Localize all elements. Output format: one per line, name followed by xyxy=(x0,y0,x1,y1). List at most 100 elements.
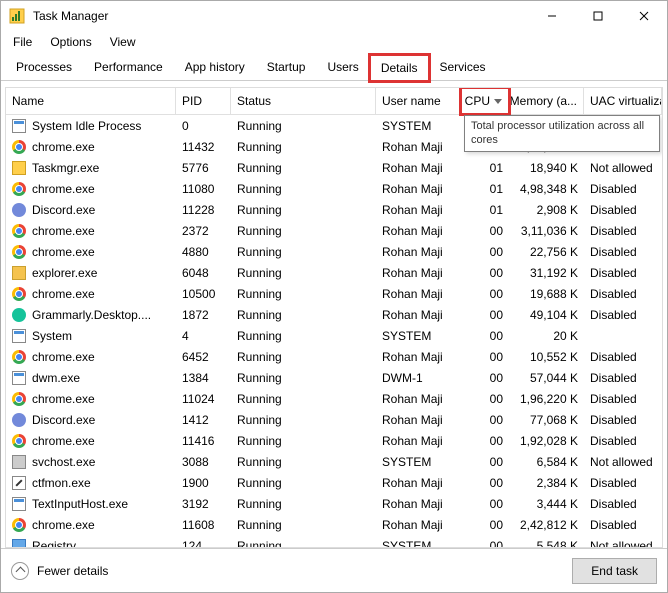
cell-memory: 3,11,036 K xyxy=(509,224,584,238)
table-row[interactable]: TextInputHost.exe3192RunningRohan Maji00… xyxy=(6,493,662,514)
cell-status: Running xyxy=(231,329,376,343)
cell-user: SYSTEM xyxy=(376,119,461,133)
table-row[interactable]: dwm.exe1384RunningDWM-10057,044 KDisable… xyxy=(6,367,662,388)
col-header-uac[interactable]: UAC virtualizat... xyxy=(584,88,662,114)
table-row[interactable]: chrome.exe11080RunningRohan Maji014,98,3… xyxy=(6,178,662,199)
cell-status: Running xyxy=(231,182,376,196)
cell-name: Registry xyxy=(6,539,176,548)
col-header-cpu[interactable]: CPU xyxy=(461,88,509,114)
cell-memory: 5,548 K xyxy=(509,539,584,548)
col-header-name[interactable]: Name xyxy=(6,88,176,114)
maximize-button[interactable] xyxy=(575,1,621,31)
cell-memory: 49,104 K xyxy=(509,308,584,322)
process-name: chrome.exe xyxy=(32,392,95,406)
tab-details[interactable]: Details xyxy=(370,55,429,81)
col-header-pid[interactable]: PID xyxy=(176,88,231,114)
cell-memory: 22,756 K xyxy=(509,245,584,259)
process-name: chrome.exe xyxy=(32,518,95,532)
tab-services[interactable]: Services xyxy=(429,54,497,80)
cell-user: DWM-1 xyxy=(376,371,461,385)
col-header-memory[interactable]: Memory (a... xyxy=(509,88,584,114)
menu-file[interactable]: File xyxy=(5,32,40,52)
process-rows[interactable]: System Idle Process0RunningSYSTEM95chrom… xyxy=(6,115,662,547)
cell-user: Rohan Maji xyxy=(376,476,461,490)
menu-options[interactable]: Options xyxy=(42,32,99,52)
cell-user: Rohan Maji xyxy=(376,245,461,259)
cell-uac: Disabled xyxy=(584,182,662,196)
cell-cpu: 00 xyxy=(461,476,509,490)
tabbar: Processes Performance App history Startu… xyxy=(1,53,667,81)
discord-icon xyxy=(12,413,26,427)
table-row[interactable]: Grammarly.Desktop....1872RunningRohan Ma… xyxy=(6,304,662,325)
cell-cpu: 00 xyxy=(461,287,509,301)
col-header-user[interactable]: User name xyxy=(376,88,461,114)
process-name: dwm.exe xyxy=(32,371,80,385)
cell-name: Discord.exe xyxy=(6,413,176,427)
chrome-icon xyxy=(12,182,26,196)
table-row[interactable]: Taskmgr.exe5776RunningRohan Maji0118,940… xyxy=(6,157,662,178)
cell-status: Running xyxy=(231,518,376,532)
cell-uac: Disabled xyxy=(584,434,662,448)
cell-memory: 3,444 K xyxy=(509,497,584,511)
table-row[interactable]: chrome.exe6452RunningRohan Maji0010,552 … xyxy=(6,346,662,367)
cell-user: Rohan Maji xyxy=(376,182,461,196)
cell-pid: 10500 xyxy=(176,287,231,301)
cell-memory: 18,940 K xyxy=(509,161,584,175)
reg-icon xyxy=(12,539,26,548)
table-row[interactable]: chrome.exe11024RunningRohan Maji001,96,2… xyxy=(6,388,662,409)
table-row[interactable]: chrome.exe10500RunningRohan Maji0019,688… xyxy=(6,283,662,304)
table-row[interactable]: System4RunningSYSTEM0020 K xyxy=(6,325,662,346)
cell-user: SYSTEM xyxy=(376,455,461,469)
fewer-details-button[interactable]: Fewer details xyxy=(11,562,108,580)
cell-memory: 19,688 K xyxy=(509,287,584,301)
cell-cpu: 00 xyxy=(461,350,509,364)
cell-memory: 57,044 K xyxy=(509,371,584,385)
cell-cpu: 00 xyxy=(461,539,509,548)
cell-uac: Disabled xyxy=(584,350,662,364)
cell-cpu: 00 xyxy=(461,329,509,343)
svc-icon xyxy=(12,455,26,469)
table-row[interactable]: svchost.exe3088RunningSYSTEM006,584 KNot… xyxy=(6,451,662,472)
process-name: chrome.exe xyxy=(32,140,95,154)
cell-name: chrome.exe xyxy=(6,434,176,448)
tab-app-history[interactable]: App history xyxy=(174,54,256,80)
minimize-button[interactable] xyxy=(529,1,575,31)
table-row[interactable]: chrome.exe11608RunningRohan Maji002,42,8… xyxy=(6,514,662,535)
cell-pid: 11416 xyxy=(176,434,231,448)
cell-pid: 1900 xyxy=(176,476,231,490)
cell-cpu: 01 xyxy=(461,161,509,175)
tab-users[interactable]: Users xyxy=(316,54,369,80)
cell-name: Grammarly.Desktop.... xyxy=(6,308,176,322)
table-row[interactable]: Registry124RunningSYSTEM005,548 KNot all… xyxy=(6,535,662,547)
cell-memory: 20 K xyxy=(509,329,584,343)
tab-processes[interactable]: Processes xyxy=(5,54,83,80)
titlebar[interactable]: Task Manager xyxy=(1,1,667,31)
table-row[interactable]: chrome.exe4880RunningRohan Maji0022,756 … xyxy=(6,241,662,262)
tab-performance[interactable]: Performance xyxy=(83,54,174,80)
cell-status: Running xyxy=(231,413,376,427)
table-row[interactable]: chrome.exe2372RunningRohan Maji003,11,03… xyxy=(6,220,662,241)
chrome-icon xyxy=(12,392,26,406)
cell-cpu: 00 xyxy=(461,224,509,238)
col-header-status[interactable]: Status xyxy=(231,88,376,114)
cell-user: Rohan Maji xyxy=(376,140,461,154)
table-row[interactable]: chrome.exe11416RunningRohan Maji001,92,0… xyxy=(6,430,662,451)
fewer-details-label: Fewer details xyxy=(37,564,108,578)
end-task-button[interactable]: End task xyxy=(572,558,657,584)
cell-name: ctfmon.exe xyxy=(6,476,176,490)
table-row[interactable]: explorer.exe6048RunningRohan Maji0031,19… xyxy=(6,262,662,283)
tab-startup[interactable]: Startup xyxy=(256,54,317,80)
process-name: explorer.exe xyxy=(32,266,97,280)
table-row[interactable]: ctfmon.exe1900RunningRohan Maji002,384 K… xyxy=(6,472,662,493)
close-button[interactable] xyxy=(621,1,667,31)
cell-uac: Disabled xyxy=(584,224,662,238)
cell-user: Rohan Maji xyxy=(376,518,461,532)
cell-cpu: 00 xyxy=(461,308,509,322)
process-name: Discord.exe xyxy=(32,203,95,217)
table-row[interactable]: Discord.exe1412RunningRohan Maji0077,068… xyxy=(6,409,662,430)
app-icon xyxy=(9,8,25,24)
cell-uac: Not allowed xyxy=(584,455,662,469)
menu-view[interactable]: View xyxy=(102,32,144,52)
cell-cpu: 01 xyxy=(461,203,509,217)
table-row[interactable]: Discord.exe11228RunningRohan Maji012,908… xyxy=(6,199,662,220)
